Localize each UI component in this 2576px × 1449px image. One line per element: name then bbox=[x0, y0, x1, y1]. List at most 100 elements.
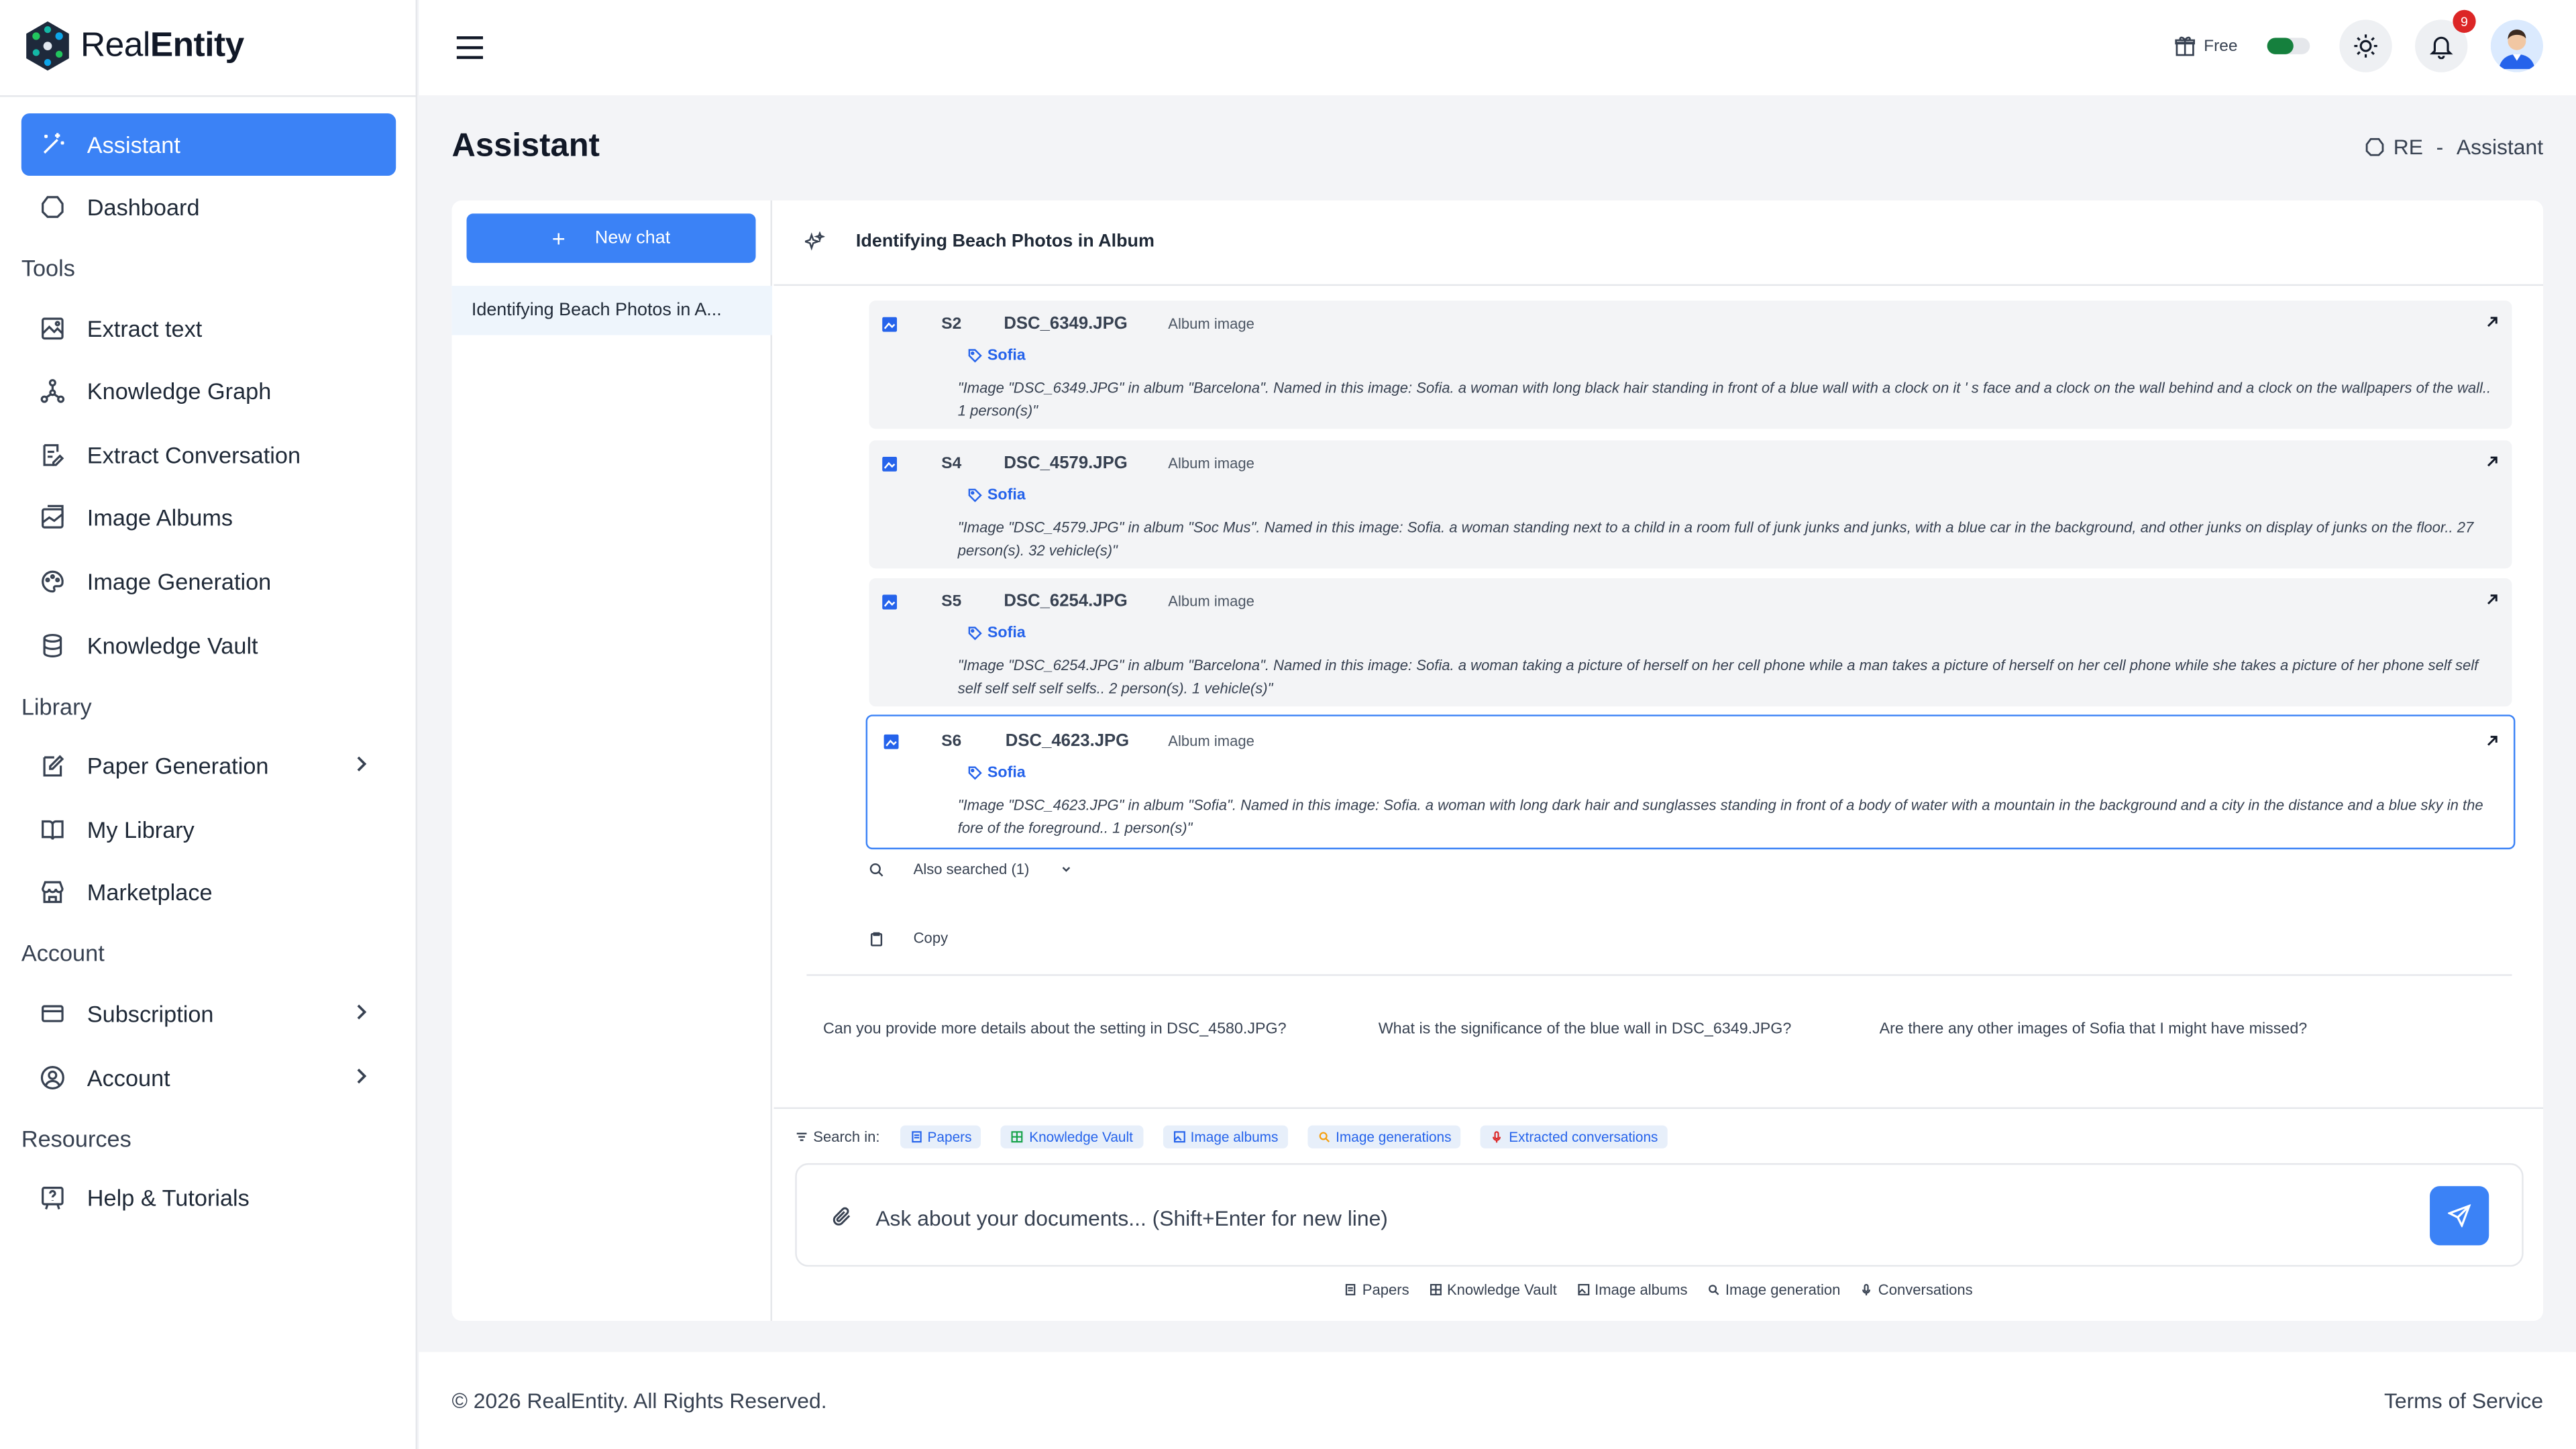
source-description: "Image "DSC_6254.JPG" in album "Barcelon… bbox=[957, 657, 2479, 696]
sidebar-item-label: Extract Conversation bbox=[87, 441, 301, 468]
sidebar-item-image-albums[interactable]: Image Albums bbox=[21, 486, 396, 549]
microphone-icon bbox=[1862, 1284, 1871, 1296]
sidebar-item-account[interactable]: Account bbox=[21, 1046, 396, 1109]
copy-button[interactable]: Copy bbox=[869, 930, 949, 947]
conversation-icon bbox=[38, 440, 67, 470]
sidebar-item-dashboard[interactable]: Dashboard bbox=[21, 176, 396, 238]
source-id: S2 bbox=[941, 315, 962, 334]
help-icon bbox=[38, 1183, 67, 1212]
legend-papers: Papers bbox=[1344, 1281, 1409, 1298]
database-icon bbox=[38, 631, 67, 660]
also-searched-label: Also searched (1) bbox=[913, 861, 1030, 877]
tag-icon bbox=[968, 349, 982, 363]
legend-conversations: Conversations bbox=[1860, 1281, 1973, 1298]
sidebar-item-extract-conversation[interactable]: Extract Conversation bbox=[21, 424, 396, 486]
new-chat-button[interactable]: + New chat bbox=[466, 213, 756, 263]
logo[interactable]: RealEntity bbox=[21, 19, 244, 72]
tag-icon bbox=[968, 488, 982, 502]
suggested-question[interactable]: Are there any other images of Sofia that… bbox=[1880, 1020, 2308, 1038]
notifications-button[interactable]: 9 bbox=[2415, 9, 2476, 72]
sidebar-item-help-tutorials[interactable]: Help & Tutorials bbox=[21, 1167, 396, 1229]
chip-papers[interactable]: Papers bbox=[899, 1125, 982, 1148]
chat-input-box bbox=[795, 1163, 2524, 1267]
external-link-icon[interactable] bbox=[2485, 735, 2499, 748]
sidebar-item-label: Dashboard bbox=[87, 193, 200, 221]
sidebar-item-knowledge-graph[interactable]: Knowledge Graph bbox=[21, 360, 396, 422]
sidebar-divider bbox=[0, 95, 418, 97]
legend-knowledge-vault: Knowledge Vault bbox=[1429, 1281, 1557, 1298]
external-link-icon[interactable] bbox=[2485, 593, 2499, 606]
sidebar: RealEntity Assistant Dashboard Tools Ext… bbox=[0, 0, 418, 1449]
source-type: Album image bbox=[1168, 733, 1254, 749]
store-icon bbox=[38, 877, 67, 907]
paperclip-icon[interactable] bbox=[831, 1206, 853, 1228]
source-card[interactable]: S4 DSC_4579.JPG Album image Sofia "Image… bbox=[869, 440, 2512, 569]
source-type: Album image bbox=[1168, 315, 1254, 332]
sidebar-item-my-library[interactable]: My Library bbox=[21, 798, 396, 861]
paper-edit-icon bbox=[38, 751, 67, 780]
also-searched-toggle[interactable]: Also searched (1) bbox=[869, 861, 1073, 877]
chip-knowledge-vault[interactable]: Knowledge Vault bbox=[1001, 1125, 1143, 1148]
send-button[interactable] bbox=[2430, 1186, 2489, 1246]
person-tag[interactable]: Sofia bbox=[967, 625, 1026, 643]
page-title: Assistant bbox=[451, 128, 600, 164]
sidebar-item-knowledge-vault[interactable]: Knowledge Vault bbox=[21, 614, 396, 677]
sidebar-item-label: Knowledge Vault bbox=[87, 632, 258, 659]
suggested-question[interactable]: What is the significance of the blue wal… bbox=[1379, 1020, 1792, 1038]
sidebar-item-image-generation[interactable]: Image Generation bbox=[21, 550, 396, 612]
plan-badge[interactable]: Free bbox=[2174, 34, 2238, 57]
sidebar-item-extract-text[interactable]: Extract text bbox=[21, 297, 396, 360]
source-filename: DSC_6349.JPG bbox=[1004, 313, 1128, 334]
breadcrumb-root[interactable]: RE bbox=[2394, 135, 2423, 160]
source-card[interactable]: S2 DSC_6349.JPG Album image Sofia "Image… bbox=[869, 301, 2512, 429]
palette-icon bbox=[38, 567, 67, 596]
copy-label: Copy bbox=[913, 930, 949, 947]
breadcrumb-separator: - bbox=[2436, 134, 2444, 160]
section-tools: Tools bbox=[21, 254, 75, 281]
wand-icon bbox=[1709, 1285, 1719, 1295]
source-description: "Image "DSC_4623.JPG" in album "Sofia". … bbox=[957, 796, 2483, 836]
sidebar-item-label: Knowledge Graph bbox=[87, 378, 272, 405]
image-text-icon bbox=[38, 314, 67, 343]
source-type: Album image bbox=[1168, 593, 1254, 610]
sidebar-item-label: Marketplace bbox=[87, 879, 213, 906]
hamburger-menu-icon[interactable] bbox=[453, 33, 486, 62]
section-account: Account bbox=[21, 939, 105, 967]
source-card-selected[interactable]: S6 DSC_4623.JPG Album image Sofia "Image… bbox=[865, 714, 2516, 850]
sidebar-item-marketplace[interactable]: Marketplace bbox=[21, 861, 396, 923]
theme-toggle[interactable] bbox=[2267, 38, 2310, 54]
suggested-question[interactable]: Can you provide more details about the s… bbox=[823, 1020, 1287, 1038]
person-tag[interactable]: Sofia bbox=[967, 486, 1026, 504]
logo-icon bbox=[26, 21, 69, 71]
sidebar-item-label: Paper Generation bbox=[87, 752, 269, 779]
chat-list-item[interactable]: Identifying Beach Photos in A... bbox=[451, 286, 773, 335]
section-resources: Resources bbox=[21, 1125, 131, 1152]
chip-image-albums[interactable]: Image albums bbox=[1163, 1125, 1289, 1148]
plan-label: Free bbox=[2204, 37, 2238, 56]
chip-image-generations[interactable]: Image generations bbox=[1307, 1125, 1462, 1148]
person-tag[interactable]: Sofia bbox=[967, 764, 1026, 782]
card-icon bbox=[38, 999, 67, 1028]
album-icon bbox=[38, 502, 67, 532]
avatar[interactable] bbox=[2490, 19, 2544, 72]
tag-icon bbox=[968, 766, 982, 780]
terms-link[interactable]: Terms of Service bbox=[2384, 1388, 2543, 1413]
chat-header: Identifying Beach Photos in Album bbox=[773, 201, 2544, 286]
external-link-icon[interactable] bbox=[2485, 455, 2499, 468]
theme-button[interactable] bbox=[2339, 19, 2392, 72]
chip-extracted-conversations[interactable]: Extracted conversations bbox=[1481, 1125, 1668, 1148]
source-card[interactable]: S5 DSC_6254.JPG Album image Sofia "Image… bbox=[869, 578, 2512, 707]
person-tag[interactable]: Sofia bbox=[967, 347, 1026, 365]
microphone-icon bbox=[1493, 1131, 1502, 1143]
sidebar-item-assistant[interactable]: Assistant bbox=[21, 113, 396, 176]
external-link-icon[interactable] bbox=[2485, 315, 2499, 329]
sidebar-item-label: Image Generation bbox=[87, 568, 272, 595]
notification-badge: 9 bbox=[2453, 9, 2476, 33]
graph-icon bbox=[38, 376, 67, 406]
sidebar-item-subscription[interactable]: Subscription bbox=[21, 983, 396, 1045]
plus-icon: + bbox=[551, 225, 566, 252]
source-filename: DSC_4579.JPG bbox=[1004, 453, 1128, 474]
sidebar-item-paper-generation[interactable]: Paper Generation bbox=[21, 735, 396, 797]
image-icon bbox=[1173, 1131, 1185, 1143]
chat-input[interactable] bbox=[875, 1197, 2355, 1238]
